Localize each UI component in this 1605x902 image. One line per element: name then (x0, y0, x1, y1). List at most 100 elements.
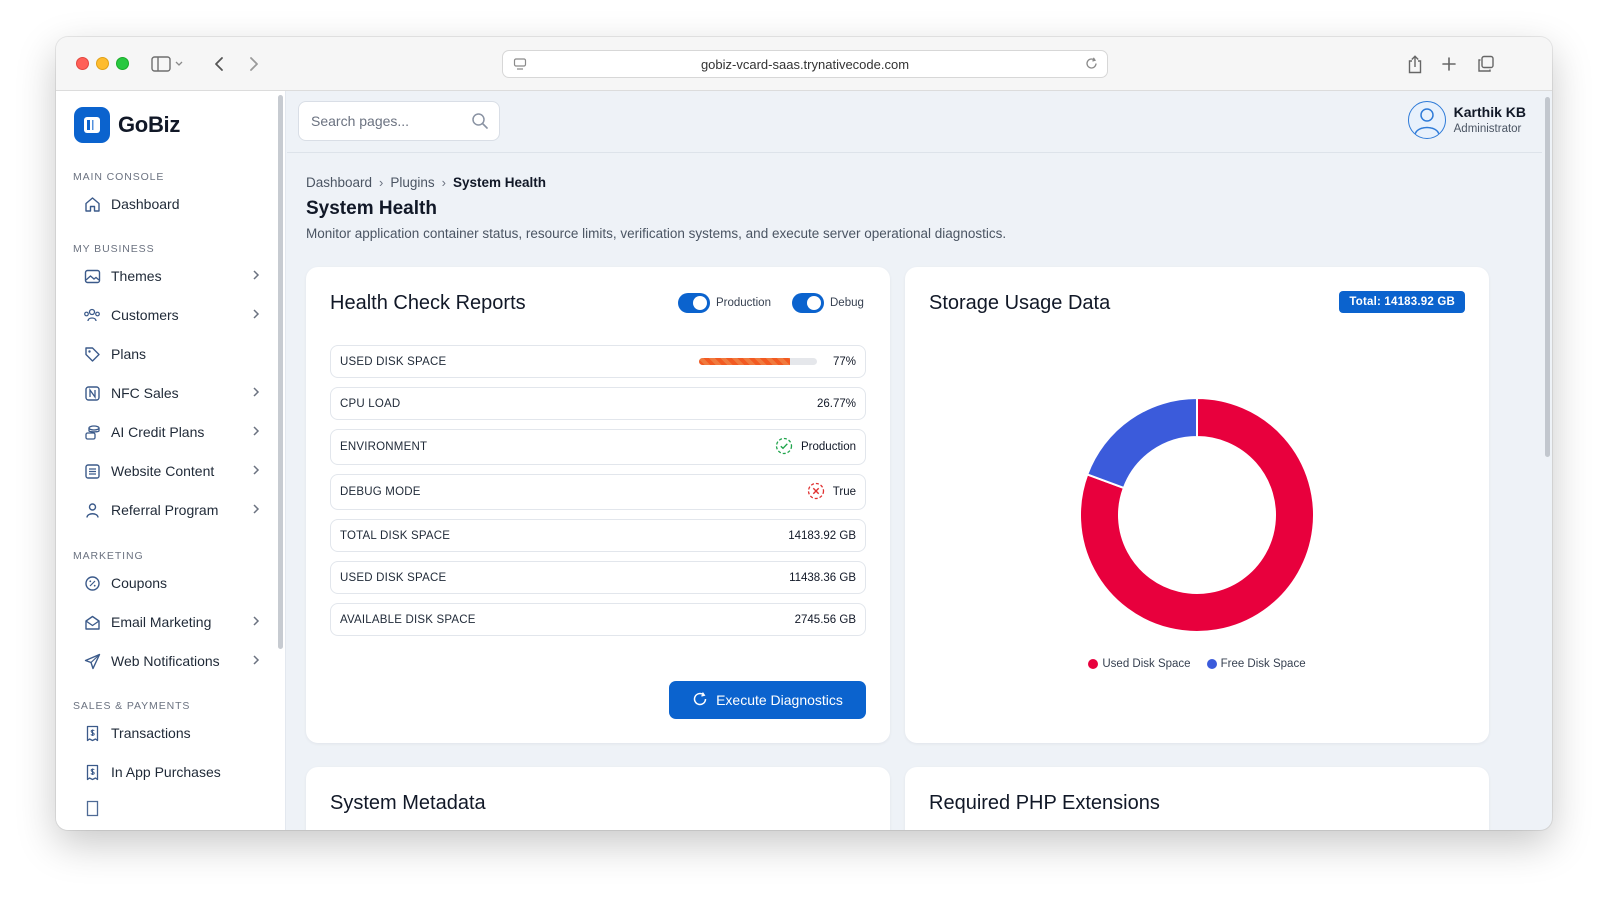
sidebar-item-label: Dashboard (111, 196, 180, 212)
discount-icon (82, 573, 102, 593)
health-row-total-disk: TOTAL DISK SPACE 14183.92 GB (330, 519, 866, 552)
zoom-window-button[interactable] (116, 57, 129, 70)
health-row-used-disk-percent: USED DISK SPACE 77% (330, 345, 866, 378)
production-switch[interactable] (678, 293, 710, 313)
url-text: gobiz-vcard-saas.trynativecode.com (700, 56, 910, 72)
chevron-right-icon (252, 463, 260, 479)
sidebar-item-transactions[interactable]: Transactions (72, 716, 268, 750)
debug-toggle[interactable]: Debug (792, 293, 864, 313)
breadcrumb-dashboard[interactable]: Dashboard (306, 175, 372, 190)
receipt-icon (82, 762, 102, 782)
sidebar-item-email-marketing[interactable]: Email Marketing (72, 605, 268, 639)
production-toggle-label: Production (716, 297, 771, 309)
search-icon[interactable] (471, 112, 489, 135)
forward-icon[interactable] (241, 51, 267, 77)
avatar[interactable] (1407, 101, 1446, 139)
page-title: System Health (306, 198, 437, 219)
row-label: ENVIRONMENT (340, 441, 428, 453)
execute-diagnostics-label: Execute Diagnostics (716, 692, 843, 708)
execute-diagnostics-button[interactable]: Execute Diagnostics (669, 681, 866, 719)
main-scrollbar[interactable] (1545, 97, 1550, 457)
row-value-text: Production (801, 441, 856, 453)
browser-toolbar: gobiz-vcard-saas.trynativecode.com (56, 37, 1552, 91)
storage-usage-card: Storage Usage Data Total: 14183.92 GB Us… (905, 267, 1489, 743)
user-icon (82, 500, 102, 520)
document-icon (82, 461, 102, 481)
nfc-icon (82, 383, 102, 403)
sidebar-item-web-notifications[interactable]: Web Notifications (72, 644, 268, 678)
sidebar-item-customers[interactable]: Customers (72, 298, 268, 332)
sidebar-item-label: Email Marketing (111, 614, 212, 630)
chart-legend: Used Disk Space Free Disk Space (905, 658, 1489, 670)
sidebar-item-dashboard[interactable]: Dashboard (72, 187, 268, 221)
health-row-used-disk: USED DISK SPACE 11438.36 GB (330, 561, 866, 594)
sidebar-item-plans[interactable]: Plans (72, 337, 268, 371)
chevron-right-icon (252, 653, 260, 669)
chevron-right-icon (252, 385, 260, 401)
legend-label-used: Used Disk Space (1102, 658, 1191, 670)
site-settings-icon[interactable] (513, 57, 527, 74)
close-window-button[interactable] (76, 57, 89, 70)
storage-usage-title: Storage Usage Data (929, 292, 1111, 314)
disk-usage-progress-fill (698, 358, 790, 365)
total-storage-badge: Total: 14183.92 GB (1339, 291, 1465, 313)
sidebar-item-coupons[interactable]: Coupons (72, 566, 268, 600)
check-circle-icon (775, 437, 793, 458)
sidebar-item-partial[interactable] (72, 793, 268, 823)
sidebar-item-label: Customers (111, 307, 179, 323)
user-info: Karthik KB Administrator (1454, 104, 1526, 137)
sidebar: GoBiz MAIN CONSOLE Dashboard MY BUSINESS… (56, 91, 286, 830)
sidebar-item-themes[interactable]: Themes (72, 259, 268, 293)
sidebar-item-label: Website Content (111, 463, 215, 479)
sidebar-item-label: AI Credit Plans (111, 424, 205, 440)
disk-usage-progress (698, 358, 817, 365)
row-value: 2745.56 GB (794, 613, 856, 626)
php-extensions-title: Required PHP Extensions (929, 792, 1160, 814)
sidebar-item-ai-credit-plans[interactable]: AI Credit Plans (72, 415, 268, 449)
back-icon[interactable] (206, 51, 232, 77)
sidebar-item-referral-program[interactable]: Referral Program (72, 493, 268, 527)
debug-switch[interactable] (792, 293, 824, 313)
address-bar[interactable]: gobiz-vcard-saas.trynativecode.com (502, 50, 1108, 78)
health-row-environment: ENVIRONMENT Production (330, 429, 866, 465)
sidebar-scrollbar[interactable] (278, 95, 283, 649)
new-tab-icon[interactable] (1436, 51, 1462, 77)
sidebar-item-nfc-sales[interactable]: NFC Sales (72, 376, 268, 410)
sidebar-item-in-app-purchases[interactable]: In App Purchases (72, 755, 268, 789)
search-box[interactable] (298, 101, 500, 141)
sidebar-toggle-icon[interactable] (148, 51, 188, 77)
health-check-card: Health Check Reports Production Debug US… (306, 267, 890, 743)
share-icon[interactable] (1402, 51, 1428, 77)
row-label: TOTAL DISK SPACE (340, 529, 451, 542)
breadcrumb-plugins[interactable]: Plugins (390, 175, 434, 190)
user-role: Administrator (1453, 122, 1522, 135)
reload-icon[interactable] (1084, 56, 1099, 74)
section-label-sales-payments: SALES & PAYMENTS (73, 700, 191, 712)
chevron-right-icon (252, 614, 260, 630)
health-check-title: Health Check Reports (330, 292, 526, 314)
users-icon (82, 305, 102, 325)
legend-dot-used (1088, 659, 1099, 669)
row-label: CPU LOAD (340, 397, 401, 410)
legend-item-used[interactable]: Used Disk Space (1088, 658, 1191, 670)
donut-slice-free[interactable] (1085, 396, 1198, 490)
php-extensions-card: Required PHP Extensions (905, 767, 1489, 830)
user-name: Karthik KB (1453, 103, 1526, 120)
minimize-window-button[interactable] (96, 57, 109, 70)
row-value: 11438.36 GB (789, 571, 856, 584)
tab-overview-icon[interactable] (1473, 51, 1499, 77)
user-menu[interactable]: Karthik KB Administrator (1407, 101, 1526, 139)
production-toggle[interactable]: Production (678, 293, 771, 313)
breadcrumb-separator-icon: › (379, 175, 384, 190)
breadcrumb: Dashboard › Plugins › System Health (306, 175, 546, 190)
legend-item-free[interactable]: Free Disk Space (1206, 658, 1306, 670)
breadcrumb-current: System Health (453, 175, 547, 190)
debug-toggle-label: Debug (830, 297, 864, 309)
sidebar-item-website-content[interactable]: Website Content (72, 454, 268, 488)
search-input[interactable] (311, 113, 471, 129)
coins-icon (82, 422, 102, 442)
brand[interactable]: GoBiz (74, 107, 180, 143)
row-value: 26.77% (816, 397, 856, 410)
refresh-icon (692, 691, 708, 710)
row-label: AVAILABLE DISK SPACE (340, 613, 476, 626)
